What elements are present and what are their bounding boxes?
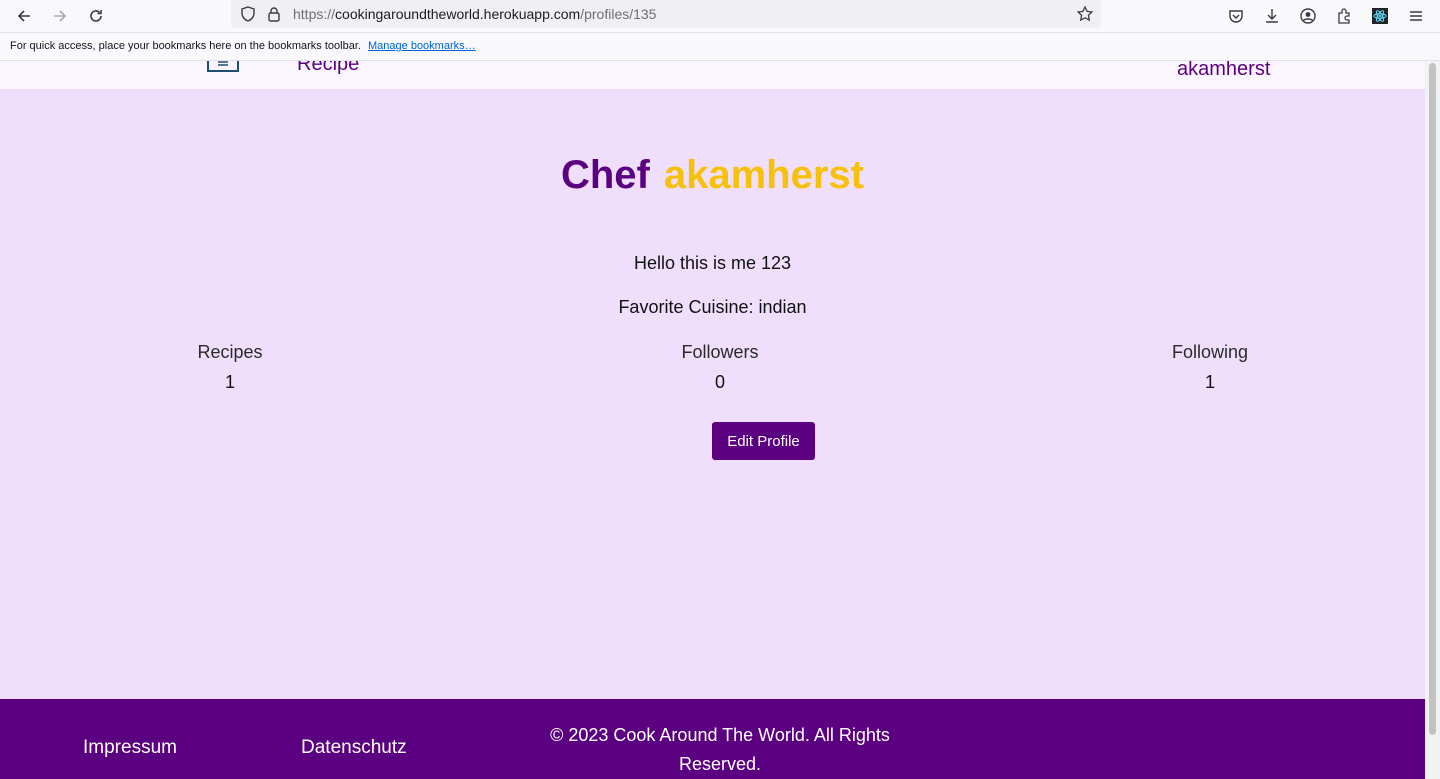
- react-devtools-icon[interactable]: [1369, 5, 1391, 27]
- stat-recipes: Recipes 1: [130, 342, 330, 393]
- profile-bio: Hello this is me 123: [633, 253, 792, 273]
- edit-profile-button[interactable]: Edit Profile: [712, 422, 815, 460]
- url-bar[interactable]: https://cookingaroundtheworld.herokuapp.…: [231, 0, 1101, 28]
- title-prefix: Chef: [560, 153, 650, 197]
- bookmark-star-icon[interactable]: [1074, 3, 1096, 25]
- bookmarks-message-text: For quick access, place your bookmarks h…: [10, 40, 361, 52]
- shield-icon[interactable]: [237, 3, 259, 25]
- profile-username: akamherst: [663, 153, 864, 197]
- site-footer: Impressum Datenschutz © 2023 Cook Around…: [0, 699, 1425, 779]
- scrollbar-thumb[interactable]: [1429, 63, 1436, 735]
- forward-arrow-icon[interactable]: [49, 5, 71, 27]
- url-prefix: https://: [293, 6, 336, 22]
- stat-value: 1: [1204, 372, 1215, 392]
- url-host: cookingaroundtheworld.herokuapp.com: [335, 6, 581, 22]
- stat-label: Recipes: [197, 342, 263, 362]
- extensions-icon[interactable]: [1333, 5, 1355, 27]
- reload-icon[interactable]: [85, 5, 107, 27]
- recipe-book-icon[interactable]: [207, 61, 239, 73]
- stat-label: Followers: [681, 342, 759, 362]
- stat-label: Following: [1171, 342, 1249, 362]
- favorite-cuisine: Favorite Cuisine: indian: [0, 297, 1425, 318]
- profile-title: Chef akamherst: [0, 153, 1425, 198]
- nav-recipe-link[interactable]: Recipe: [297, 61, 359, 76]
- stat-followers: Followers 0: [620, 342, 820, 393]
- nav-user-link[interactable]: akamherst: [1177, 61, 1270, 81]
- favorite-cuisine-value: indian: [758, 297, 807, 317]
- lock-icon[interactable]: [263, 3, 285, 25]
- manage-bookmarks-link[interactable]: Manage bookmarks…: [368, 40, 476, 52]
- stat-following: Following 1: [1110, 342, 1310, 393]
- page-scrollbar[interactable]: [1425, 61, 1440, 779]
- stat-value: 1: [224, 372, 235, 392]
- bookmarks-toolbar: For quick access, place your bookmarks h…: [0, 33, 1440, 61]
- favorite-cuisine-label: Favorite Cuisine:: [618, 297, 754, 317]
- download-icon[interactable]: [1261, 5, 1283, 27]
- impressum-link[interactable]: Impressum: [83, 737, 177, 759]
- browser-toolbar: https://cookingaroundtheworld.herokuapp.…: [0, 0, 1440, 33]
- site-navbar: Recipe akamherst: [0, 61, 1425, 89]
- pocket-icon[interactable]: [1225, 5, 1247, 27]
- datenschutz-link[interactable]: Datenschutz: [301, 737, 407, 759]
- stat-value: 0: [714, 372, 725, 392]
- page-viewport: Recipe akamherst Chef akamherst Hello thi…: [0, 61, 1425, 779]
- copyright-text: © 2023 Cook Around The World. All Rights…: [550, 725, 890, 774]
- account-icon[interactable]: [1297, 5, 1319, 27]
- url-text[interactable]: https://cookingaroundtheworld.herokuapp.…: [293, 6, 656, 22]
- bookmarks-message: For quick access, place your bookmarks h…: [10, 40, 476, 52]
- url-path: /profiles/135: [580, 6, 657, 22]
- menu-icon[interactable]: [1405, 5, 1427, 27]
- back-arrow-icon[interactable]: [13, 5, 35, 27]
